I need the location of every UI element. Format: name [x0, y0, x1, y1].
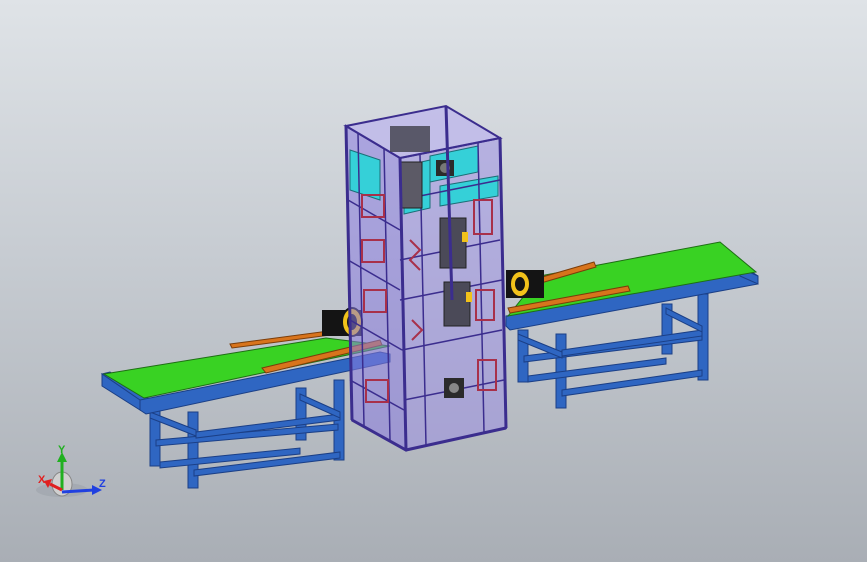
vertical-lift-conveyor-model — [36, 104, 759, 497]
right-conveyor-motor — [506, 270, 544, 298]
axis-y-label: Y — [58, 444, 66, 456]
axis-x-label: X — [38, 474, 46, 486]
cad-viewport[interactable]: Y Z X — [0, 0, 867, 562]
left-conveyor — [100, 307, 391, 489]
lift-tower — [343, 104, 508, 452]
right-conveyor — [505, 241, 759, 409]
axis-z-label: Z — [99, 478, 106, 490]
axis-triad — [36, 452, 102, 497]
